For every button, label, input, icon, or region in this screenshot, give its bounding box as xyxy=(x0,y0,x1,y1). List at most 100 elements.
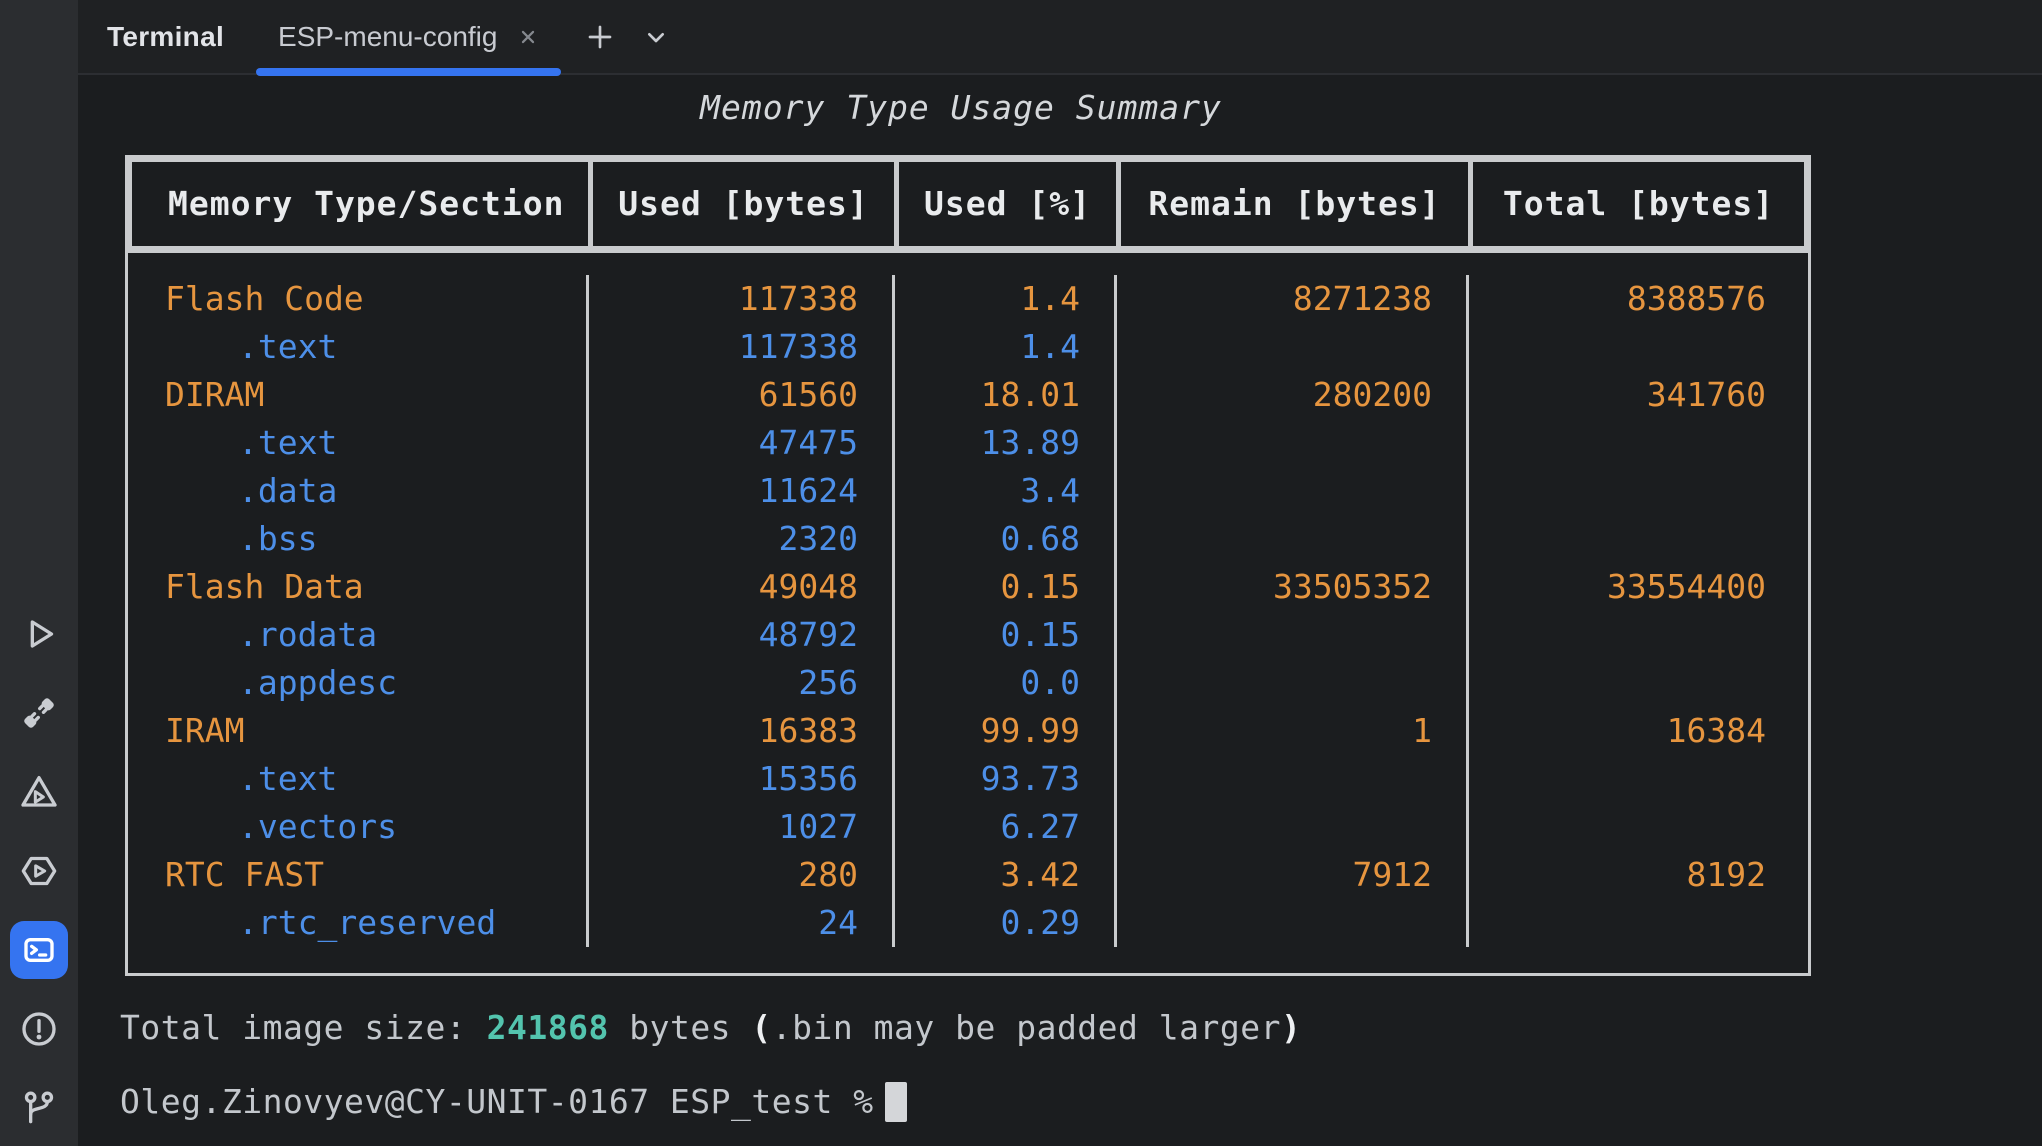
header-remain-bytes: Remain [bytes] xyxy=(1121,162,1473,246)
cell-used-bytes: 117338 xyxy=(589,323,895,371)
cell-remain-bytes xyxy=(1117,515,1469,563)
cell-remain-bytes: 280200 xyxy=(1117,371,1469,419)
table-row: Flash Data490480.153350535233554400 xyxy=(128,563,1808,611)
tool-window-bar xyxy=(0,0,78,1146)
cell-used-pct: 13.89 xyxy=(895,419,1117,467)
problems-exclamation-icon xyxy=(19,1009,59,1049)
cell-section: DIRAM xyxy=(128,371,589,419)
total-middle: bytes xyxy=(609,1008,752,1047)
plug-button[interactable] xyxy=(10,684,68,742)
cell-used-pct: 0.15 xyxy=(895,611,1117,659)
cell-used-bytes: 48792 xyxy=(589,611,895,659)
cell-remain-bytes xyxy=(1117,755,1469,803)
new-tab-button[interactable] xyxy=(577,14,623,60)
cell-remain-bytes: 8271238 xyxy=(1117,275,1469,323)
cell-section: Flash Code xyxy=(128,275,589,323)
cell-total-bytes: 8192 xyxy=(1469,851,1800,899)
profiler-triangle-icon xyxy=(19,772,59,812)
cell-used-pct: 3.4 xyxy=(895,467,1117,515)
cell-remain-bytes xyxy=(1117,899,1469,947)
cell-section: .rtc_reserved xyxy=(128,899,589,947)
total-image-size-line: Total image size: 241868 bytes (.bin may… xyxy=(120,1004,2042,1052)
problems-button[interactable] xyxy=(10,1000,68,1058)
cell-remain-bytes: 1 xyxy=(1117,707,1469,755)
cell-total-bytes xyxy=(1469,419,1800,467)
terminal-tab-bar: Terminal ESP-menu-config xyxy=(78,0,2042,75)
chevron-down-icon xyxy=(640,21,672,53)
cell-used-bytes: 280 xyxy=(589,851,895,899)
cell-remain-bytes xyxy=(1117,467,1469,515)
cell-used-bytes: 117338 xyxy=(589,275,895,323)
header-memory-type: Memory Type/Section xyxy=(132,162,593,246)
close-icon xyxy=(517,26,539,48)
cell-section: .bss xyxy=(128,515,589,563)
table-row: .rtc_reserved240.29 xyxy=(128,899,1808,947)
profiler-button[interactable] xyxy=(10,763,68,821)
terminal-button[interactable] xyxy=(10,921,68,979)
terminal-output-area[interactable]: Memory Type Usage Summary Memory Type/Se… xyxy=(78,77,2042,1146)
cell-total-bytes xyxy=(1469,659,1800,707)
table-row: DIRAM6156018.01280200341760 xyxy=(128,371,1808,419)
cell-used-bytes: 2320 xyxy=(589,515,895,563)
terminal-cursor[interactable] xyxy=(885,1082,907,1122)
plug-icon xyxy=(19,693,59,733)
cell-remain-bytes xyxy=(1117,419,1469,467)
cell-used-pct: 1.4 xyxy=(895,323,1117,371)
memory-summary-title: Memory Type Usage Summary xyxy=(120,84,1802,132)
tool-window-icons xyxy=(0,605,78,1137)
total-prefix: Total image size: xyxy=(120,1008,487,1047)
table-header-row: Memory Type/Section Used [bytes] Used [%… xyxy=(125,155,1811,253)
cell-used-bytes: 16383 xyxy=(589,707,895,755)
table-row: .text1535693.73 xyxy=(128,755,1808,803)
cell-section: .vectors xyxy=(128,803,589,851)
tab-options-button[interactable] xyxy=(633,14,679,60)
cell-used-bytes: 15356 xyxy=(589,755,895,803)
cell-used-bytes: 61560 xyxy=(589,371,895,419)
memory-table-body: Flash Code1173381.482712388388576.text11… xyxy=(125,253,1811,976)
cell-used-bytes: 49048 xyxy=(589,563,895,611)
cell-total-bytes: 16384 xyxy=(1469,707,1800,755)
cell-section: .data xyxy=(128,467,589,515)
cell-remain-bytes xyxy=(1117,659,1469,707)
cell-used-pct: 0.29 xyxy=(895,899,1117,947)
cell-section: Flash Data xyxy=(128,563,589,611)
run-button[interactable] xyxy=(10,605,68,663)
terminal-panel: Terminal ESP-menu-config Memory Type Usa… xyxy=(78,0,2042,1146)
shell-prompt-line[interactable]: Oleg.Zinovyev@CY-UNIT-0167 ESP_test % xyxy=(120,1078,2042,1126)
cell-remain-bytes: 33505352 xyxy=(1117,563,1469,611)
git-branch-icon xyxy=(19,1088,59,1128)
services-hexagon-play-icon xyxy=(19,851,59,891)
table-row: Flash Code1173381.482712388388576 xyxy=(128,275,1808,323)
cell-total-bytes: 8388576 xyxy=(1469,275,1800,323)
table-row: .text4747513.89 xyxy=(128,419,1808,467)
cell-used-pct: 3.42 xyxy=(895,851,1117,899)
table-row: .rodata487920.15 xyxy=(128,611,1808,659)
cell-section: IRAM xyxy=(128,707,589,755)
header-used-bytes: Used [bytes] xyxy=(593,162,899,246)
cell-total-bytes: 33554400 xyxy=(1469,563,1800,611)
run-icon xyxy=(19,614,59,654)
cell-remain-bytes xyxy=(1117,611,1469,659)
cell-used-pct: 18.01 xyxy=(895,371,1117,419)
tab-esp-menu-config[interactable]: ESP-menu-config xyxy=(254,0,563,74)
cell-used-pct: 0.68 xyxy=(895,515,1117,563)
cell-used-pct: 6.27 xyxy=(895,803,1117,851)
tab-close-button[interactable] xyxy=(517,26,539,48)
table-row: IRAM1638399.99116384 xyxy=(128,707,1808,755)
shell-prompt-text: Oleg.Zinovyev@CY-UNIT-0167 ESP_test % xyxy=(120,1078,874,1126)
table-row: .data116243.4 xyxy=(128,467,1808,515)
cell-section: .text xyxy=(128,419,589,467)
cell-total-bytes xyxy=(1469,803,1800,851)
cell-used-bytes: 1027 xyxy=(589,803,895,851)
cell-used-bytes: 256 xyxy=(589,659,895,707)
cell-section: .rodata xyxy=(128,611,589,659)
cell-remain-bytes: 7912 xyxy=(1117,851,1469,899)
services-button[interactable] xyxy=(10,842,68,900)
cell-remain-bytes xyxy=(1117,323,1469,371)
cell-used-pct: 1.4 xyxy=(895,275,1117,323)
cell-total-bytes xyxy=(1469,755,1800,803)
total-size-value: 241868 xyxy=(487,1008,609,1047)
table-row: RTC FAST2803.4279128192 xyxy=(128,851,1808,899)
version-control-button[interactable] xyxy=(10,1079,68,1137)
cell-section: .text xyxy=(128,755,589,803)
